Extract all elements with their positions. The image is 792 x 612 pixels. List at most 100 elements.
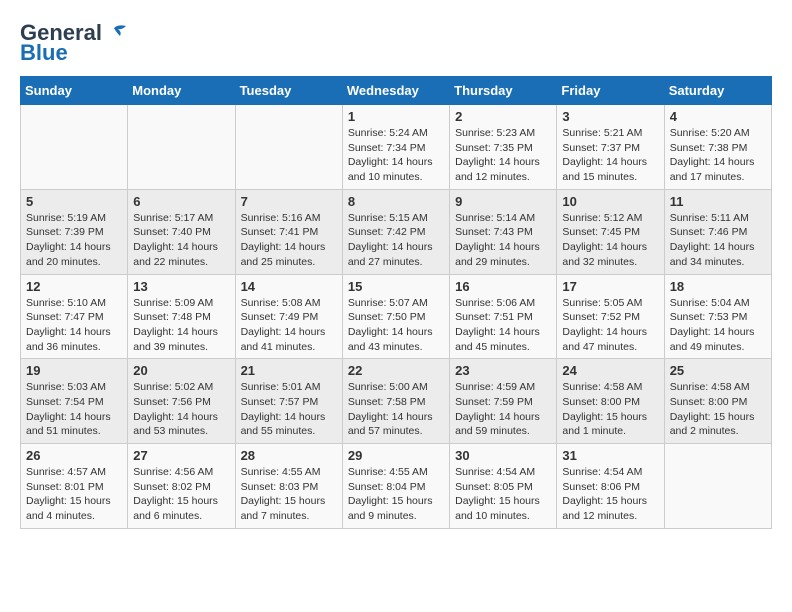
sunset-text: Sunset: 7:49 PM (241, 311, 319, 323)
sunrise-text: Sunrise: 5:17 AM (133, 212, 213, 224)
daylight-text: Daylight: 15 hours and 4 minutes. (26, 495, 111, 522)
cell-info: Sunrise: 5:04 AM Sunset: 7:53 PM Daylight:… (670, 296, 766, 355)
sunrise-text: Sunrise: 5:04 AM (670, 297, 750, 309)
weekday-header-sunday: Sunday (21, 77, 128, 105)
calendar-cell: 31 Sunrise: 4:54 AMSunset: 8:06 PMDayligh… (557, 444, 664, 529)
daylight-text: Daylight: 14 hours and 39 minutes. (133, 326, 218, 353)
daylight-text: Daylight: 14 hours and 12 minutes. (455, 156, 540, 183)
day-number: 27 (133, 448, 229, 463)
cell-info: Sunrise: 5:00 AMSunset: 7:58 PMDaylight:… (348, 380, 444, 439)
sunset-text: Sunset: 8:00 PM (562, 396, 640, 408)
daylight-text: Daylight: 14 hours and 34 minutes. (670, 241, 755, 268)
day-number: 15 (348, 279, 444, 294)
sunrise-text: Sunrise: 4:55 AM (348, 466, 428, 478)
cell-info: Sunrise: 4:58 AM Sunset: 8:00 PM Daylight:… (562, 380, 658, 439)
daylight-text: Daylight: 14 hours and 49 minutes. (670, 326, 755, 353)
sunset-text: Sunset: 8:00 PM (670, 396, 748, 408)
sunset-text: Sunset: 8:06 PM (562, 481, 640, 493)
cell-info: Sunrise: 5:14 AMSunset: 7:43 PMDaylight:… (455, 211, 551, 270)
calendar-cell: 29 Sunrise: 4:55 AM Sunset: 8:04 PM Dayligh… (342, 444, 449, 529)
day-number: 31 (562, 448, 658, 463)
calendar-cell: 11Sunrise: 5:11 AMSunset: 7:46 PMDayligh… (664, 189, 771, 274)
sunset-text: Sunset: 8:03 PM (241, 481, 319, 493)
calendar-cell (664, 444, 771, 529)
sunset-text: Sunset: 7:45 PM (562, 226, 640, 238)
cell-info: Sunrise: 5:19 AMSunset: 7:39 PMDaylight:… (26, 211, 122, 270)
calendar-cell: 25Sunrise: 4:58 AMSunset: 8:00 PMDayligh… (664, 359, 771, 444)
daylight-text: Daylight: 14 hours and 27 minutes. (348, 241, 433, 268)
sunrise-text: Sunrise: 4:56 AM (133, 466, 213, 478)
sunset-text: Sunset: 7:43 PM (455, 226, 533, 238)
sunrise-text: Sunrise: 5:14 AM (455, 212, 535, 224)
daylight-text: Daylight: 14 hours and 10 minutes. (348, 156, 433, 183)
calendar-cell (21, 105, 128, 190)
calendar-week-3: 12Sunrise: 5:10 AMSunset: 7:47 PMDayligh… (21, 274, 772, 359)
cell-info: Sunrise: 4:54 AMSunset: 8:06 PMDaylight:… (562, 465, 658, 524)
daylight-text: Daylight: 15 hours and 6 minutes. (133, 495, 218, 522)
sunrise-text: Sunrise: 5:11 AM (670, 212, 749, 224)
daylight-text: Daylight: 15 hours and 2 minutes. (670, 411, 755, 438)
sunset-text: Sunset: 7:52 PM (562, 311, 640, 323)
day-number: 29 (348, 448, 444, 463)
day-number: 4 (670, 109, 766, 124)
cell-info: Sunrise: 4:58 AMSunset: 8:00 PMDaylight:… (670, 380, 766, 439)
day-number: 7 (241, 194, 337, 209)
sunset-text: Sunset: 7:46 PM (670, 226, 748, 238)
cell-info: Sunrise: 4:57 AM Sunset: 8:01 PM Daylight:… (26, 465, 122, 524)
daylight-text: Daylight: 15 hours and 10 minutes. (455, 495, 540, 522)
daylight-text: Daylight: 14 hours and 32 minutes. (562, 241, 647, 268)
daylight-text: Daylight: 14 hours and 43 minutes. (348, 326, 433, 353)
header: General Blue (20, 20, 772, 66)
weekday-header-friday: Friday (557, 77, 664, 105)
cell-info: Sunrise: 5:03 AMSunset: 7:54 PMDaylight:… (26, 380, 122, 439)
weekday-header-wednesday: Wednesday (342, 77, 449, 105)
day-number: 2 (455, 109, 551, 124)
weekday-header-tuesday: Tuesday (235, 77, 342, 105)
calendar-cell: 26 Sunrise: 4:57 AM Sunset: 8:01 PM Dayligh… (21, 444, 128, 529)
calendar-cell (235, 105, 342, 190)
calendar-cell: 24 Sunrise: 4:58 AM Sunset: 8:00 PM Dayligh… (557, 359, 664, 444)
sunset-text: Sunset: 7:34 PM (348, 142, 426, 154)
sunrise-text: Sunrise: 4:58 AM (562, 381, 642, 393)
daylight-text: Daylight: 14 hours and 55 minutes. (241, 411, 326, 438)
calendar-cell: 21Sunrise: 5:01 AMSunset: 7:57 PMDayligh… (235, 359, 342, 444)
calendar-cell: 15 Sunrise: 5:07 AMSunset: 7:50 PMDayligh… (342, 274, 449, 359)
sunset-text: Sunset: 8:01 PM (26, 481, 104, 493)
sunrise-text: Sunrise: 4:54 AM (455, 466, 535, 478)
daylight-text: Daylight: 15 hours and 9 minutes. (348, 495, 433, 522)
weekday-header-monday: Monday (128, 77, 235, 105)
cell-info: Sunrise: 5:01 AMSunset: 7:57 PMDaylight:… (241, 380, 337, 439)
calendar-week-4: 19Sunrise: 5:03 AMSunset: 7:54 PMDayligh… (21, 359, 772, 444)
day-number: 26 (26, 448, 122, 463)
day-number: 16 (455, 279, 551, 294)
day-number: 22 (348, 363, 444, 378)
daylight-text: Daylight: 14 hours and 20 minutes. (26, 241, 111, 268)
daylight-text: Daylight: 14 hours and 36 minutes. (26, 326, 111, 353)
daylight-text: Daylight: 14 hours and 17 minutes. (670, 156, 755, 183)
cell-info: Sunrise: 5:16 AMSunset: 7:41 PMDaylight:… (241, 211, 337, 270)
sunset-text: Sunset: 8:05 PM (455, 481, 533, 493)
cell-info: Sunrise: 5:24 AMSunset: 7:34 PMDaylight:… (348, 126, 444, 185)
sunrise-text: Sunrise: 4:59 AM (455, 381, 535, 393)
sunrise-text: Sunrise: 5:06 AM (455, 297, 535, 309)
sunrise-text: Sunrise: 4:55 AM (241, 466, 321, 478)
cell-info: Sunrise: 5:17 AMSunset: 7:40 PMDaylight:… (133, 211, 229, 270)
calendar-cell (128, 105, 235, 190)
cell-info: Sunrise: 4:59 AMSunset: 7:59 PMDaylight:… (455, 380, 551, 439)
calendar-cell: 28Sunrise: 4:55 AMSunset: 8:03 PMDayligh… (235, 444, 342, 529)
daylight-text: Daylight: 14 hours and 22 minutes. (133, 241, 218, 268)
logo-blue: Blue (20, 40, 68, 66)
cell-info: Sunrise: 4:55 AMSunset: 8:03 PMDaylight:… (241, 465, 337, 524)
sunset-text: Sunset: 8:04 PM (348, 481, 426, 493)
calendar-cell: 7 Sunrise: 5:16 AMSunset: 7:41 PMDaylight… (235, 189, 342, 274)
daylight-text: Daylight: 14 hours and 51 minutes. (26, 411, 111, 438)
sunset-text: Sunset: 7:53 PM (670, 311, 748, 323)
day-number: 24 (562, 363, 658, 378)
cell-info: Sunrise: 5:07 AMSunset: 7:50 PMDaylight:… (348, 296, 444, 355)
day-number: 28 (241, 448, 337, 463)
sunrise-text: Sunrise: 4:57 AM (26, 466, 106, 478)
daylight-text: Daylight: 15 hours and 1 minute. (562, 411, 647, 438)
calendar-cell: 10Sunrise: 5:12 AMSunset: 7:45 PMDayligh… (557, 189, 664, 274)
calendar-cell: 3Sunrise: 5:21 AMSunset: 7:37 PMDaylight… (557, 105, 664, 190)
calendar-cell: 18Sunrise: 5:04 AMSunset: 7:53 PMDayligh… (664, 274, 771, 359)
